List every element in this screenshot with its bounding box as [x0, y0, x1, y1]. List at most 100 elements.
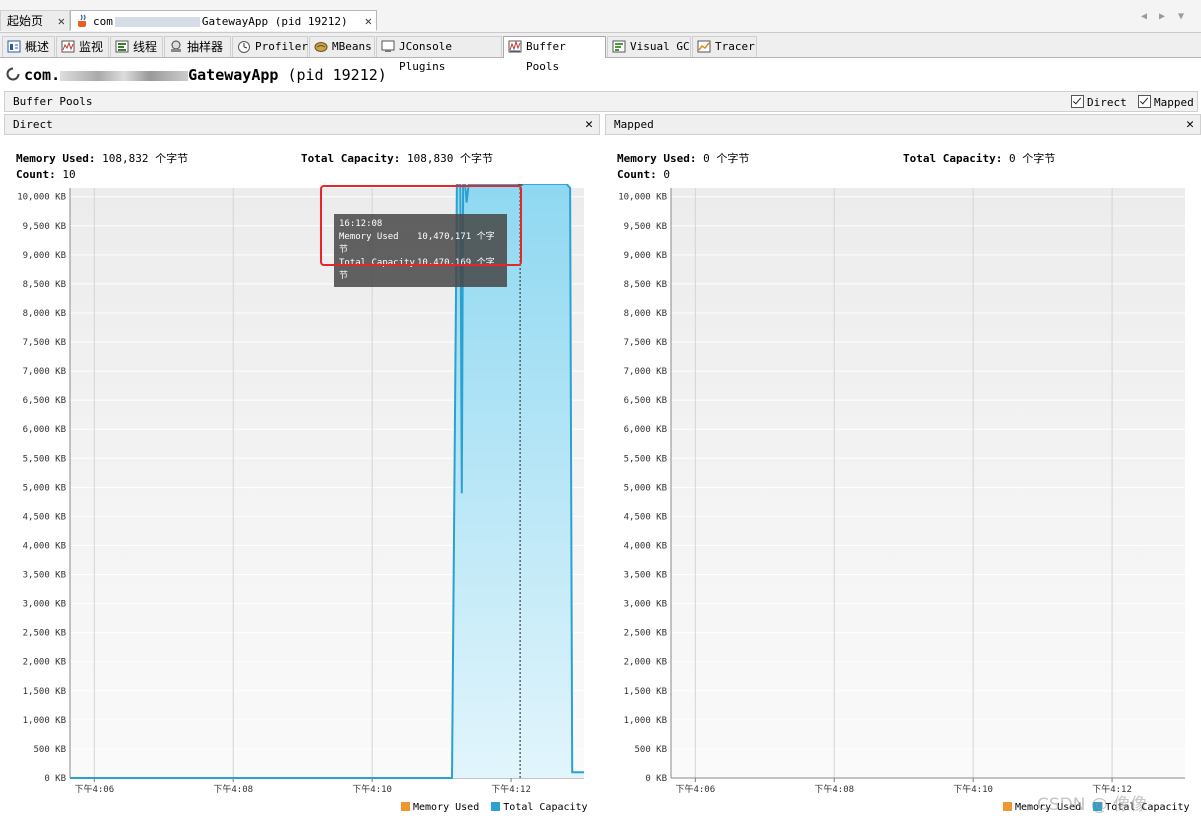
tab-threads-label: 线程 — [133, 40, 158, 54]
jconsole-icon — [381, 40, 395, 52]
tab-monitor[interactable]: 监视 — [56, 36, 109, 57]
page-title: com. GatewayApp (pid 19212) — [6, 66, 387, 84]
tab-start-page[interactable]: 起始页 ✕ — [0, 10, 70, 31]
title-prefix: com. — [24, 66, 61, 84]
tool-tab-bar: 概述 监视 线程 抽样器 Profiler MBeans JConsole Pl… — [0, 33, 1201, 73]
watermark: CSDN @ 像像 — [1037, 795, 1148, 815]
y-tick-label: 6,000 KB — [624, 425, 667, 435]
x-tick-label: 下午4:06 — [675, 783, 715, 795]
dropdown-icon[interactable]: ▼ — [1178, 11, 1184, 22]
y-tick-label: 6,500 KB — [23, 396, 66, 406]
mapped-panel: Mapped ✕ Memory Used: 0 个字节 Total Capaci… — [605, 114, 1201, 824]
legend-memory-used-swatch — [1003, 802, 1012, 811]
mapped-checkbox[interactable]: Mapped — [1138, 95, 1194, 109]
tab-gateway-app-label-suffix: GatewayApp (pid 19212) — [201, 15, 348, 28]
direct-panel-title: Direct ✕ — [4, 114, 600, 135]
close-icon[interactable]: ✕ — [1186, 115, 1194, 134]
count-label: Count: — [16, 168, 56, 181]
y-tick-label: 7,000 KB — [23, 367, 66, 377]
x-tick-label: 下午4:08 — [814, 783, 854, 795]
mapped-title: Mapped — [614, 118, 654, 131]
legend: Memory Used Total Capacity — [401, 802, 588, 813]
direct-count: Count: 10 — [16, 168, 76, 181]
mapped-panel-title: Mapped ✕ — [605, 114, 1201, 135]
y-tick-label: 500 KB — [33, 745, 66, 755]
y-tick-label: 3,000 KB — [624, 600, 667, 610]
monitor-icon — [61, 40, 75, 53]
mbeans-icon — [314, 42, 328, 52]
y-tick-label: 0 KB — [44, 774, 66, 784]
y-tick-label: 1,000 KB — [23, 716, 66, 726]
tab-tracer-label: Tracer — [715, 40, 755, 53]
direct-checkbox[interactable]: Direct — [1071, 95, 1127, 109]
tab-tracer[interactable]: Tracer — [692, 36, 757, 57]
y-tick-label: 3,500 KB — [624, 571, 667, 581]
tab-profiler[interactable]: Profiler — [232, 36, 308, 57]
y-tick-label: 8,500 KB — [624, 280, 667, 290]
tab-visual-gc[interactable]: Visual GC — [607, 36, 691, 57]
x-tick-label: 下午4:08 — [213, 783, 253, 795]
count-value: 10 — [62, 168, 76, 181]
y-tick-label: 8,000 KB — [23, 309, 66, 319]
plot-area — [671, 188, 1185, 778]
mapped-capacity: Total Capacity: 0 个字节 — [903, 150, 1055, 166]
y-tick-label: 500 KB — [634, 745, 667, 755]
tab-jconsole-plugins[interactable]: JConsole Plugins — [376, 36, 502, 73]
tab-mbeans-label: MBeans — [332, 40, 372, 53]
profiler-icon — [238, 41, 250, 53]
legend-total-capacity: Total Capacity — [503, 802, 588, 813]
total-capacity-label: Total Capacity: — [301, 152, 401, 165]
total-capacity-value: 0 个字节 — [1008, 152, 1056, 165]
tab-buffer-pools[interactable]: Buffer Pools — [503, 36, 606, 73]
y-tick-label: 2,500 KB — [23, 629, 66, 639]
title-pid: (pid 19212) — [287, 66, 387, 84]
y-tick-label: 5,000 KB — [23, 483, 66, 493]
redacted-text — [60, 70, 189, 81]
total-capacity-label: Total Capacity: — [903, 152, 1003, 165]
y-tick-label: 4,500 KB — [624, 512, 667, 522]
redacted-text — [114, 17, 200, 27]
mapped-stats: Memory Used: 0 个字节 — [617, 150, 749, 166]
direct-panel: Direct ✕ Memory Used: 108,832 个字节 Total … — [4, 114, 600, 824]
tab-gateway-app[interactable]: com GatewayApp (pid 19212) ✕ — [70, 10, 377, 31]
close-icon[interactable]: ✕ — [585, 115, 593, 134]
y-tick-label: 1,000 KB — [624, 716, 667, 726]
tab-sampler[interactable]: 抽样器 — [164, 36, 231, 57]
document-tab-bar: 起始页 ✕ com GatewayApp (pid 19212) ✕ ◀ ▶ ▼ — [0, 0, 1201, 33]
close-icon[interactable]: ✕ — [58, 11, 65, 32]
tab-gateway-app-label-prefix: com — [93, 15, 113, 28]
tab-monitor-label: 监视 — [79, 40, 104, 54]
tracer-icon — [697, 40, 711, 53]
x-tick-label: 下午4:10 — [352, 783, 392, 795]
direct-chart: 0 KB 500 KB 1,000 KB 1,500 KB 2,000 KB 2,500 … — [17, 184, 584, 795]
y-tick-label: 9,000 KB — [624, 251, 667, 261]
scroll-right-icon[interactable]: ▶ — [1159, 11, 1165, 22]
y-tick-label: 9,500 KB — [23, 222, 66, 232]
y-tick-label: 6,500 KB — [624, 396, 667, 406]
sampler-icon — [171, 40, 181, 52]
tab-overview[interactable]: 概述 — [2, 36, 55, 57]
legend-memory-used-swatch — [401, 802, 410, 811]
count-label: Count: — [617, 168, 657, 181]
total-capacity-value: 108,830 个字节 — [406, 152, 493, 165]
y-tick-label: 2,000 KB — [624, 658, 667, 668]
tab-profiler-label: Profiler — [255, 40, 308, 53]
legend-memory-used: Memory Used — [413, 802, 480, 813]
buffer-pools-header: Buffer Pools Direct Mapped — [4, 91, 1198, 112]
direct-title: Direct — [13, 118, 53, 131]
mapped-chart: 0 KB 500 KB 1,000 KB 1,500 KB 2,000 KB 2,500 … — [618, 188, 1185, 795]
y-tick-label: 2,000 KB — [23, 658, 66, 668]
scroll-left-icon[interactable]: ◀ — [1141, 11, 1147, 22]
tab-mbeans[interactable]: MBeans — [309, 36, 375, 57]
close-icon[interactable]: ✕ — [365, 11, 372, 32]
y-tick-label: 7,500 KB — [624, 338, 667, 348]
y-tick-label: 3,000 KB — [23, 600, 66, 610]
buffer-pools-label: Buffer Pools — [13, 95, 93, 108]
x-tick-label: 下午4:12 — [491, 783, 531, 795]
checkbox-checked-icon[interactable] — [1138, 95, 1151, 108]
checkbox-checked-icon[interactable] — [1071, 95, 1084, 108]
y-tick-label: 10,000 KB — [17, 193, 66, 203]
tab-overview-label: 概述 — [25, 40, 50, 54]
tab-threads[interactable]: 线程 — [110, 36, 163, 57]
y-tick-label: 5,000 KB — [624, 483, 667, 493]
